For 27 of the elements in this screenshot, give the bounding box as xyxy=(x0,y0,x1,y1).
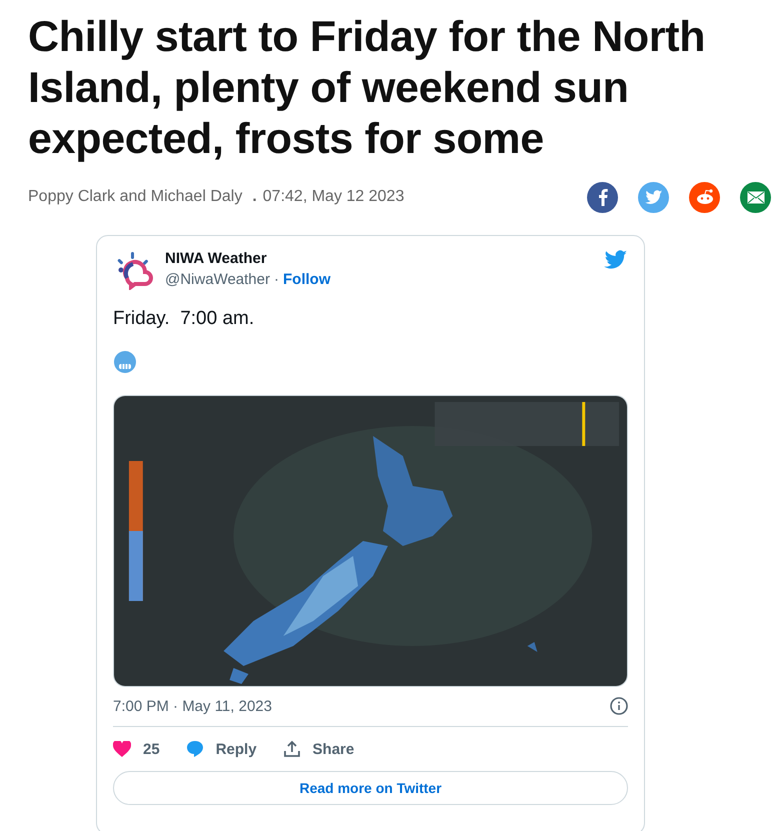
speech-bubble-icon xyxy=(186,740,204,758)
headline: Chilly start to Friday for the North Island, plenty of weekend sun expected, frosts for some xyxy=(28,12,706,165)
info-icon[interactable] xyxy=(610,697,628,715)
facebook-icon xyxy=(598,188,608,206)
author-names: Poppy Clark and Michael Daly xyxy=(28,188,242,206)
upload-icon xyxy=(282,740,301,758)
account-handle: @NiwaWeather xyxy=(165,271,270,288)
separator-dot: . xyxy=(252,188,257,206)
share-button[interactable] xyxy=(740,182,771,212)
read-more-link[interactable]: Read more on Twitter xyxy=(113,771,628,805)
like-button[interactable]: 25 xyxy=(113,740,160,758)
alien-icon xyxy=(694,189,714,205)
tweet-text: Friday. 7:00 am. xyxy=(113,308,256,330)
cold-emoji-icon xyxy=(113,350,137,374)
separator-dot: · xyxy=(274,271,279,288)
follow-link[interactable]: Follow xyxy=(283,271,330,288)
reply-button[interactable]: Reply xyxy=(186,740,257,758)
tweet-time: 7:00 PM · May 11, 2023 xyxy=(113,698,272,714)
bird-icon xyxy=(604,250,628,270)
publish-time: 07:42, May 12 2023 xyxy=(262,188,404,206)
bird-icon xyxy=(644,190,662,204)
account-name: NIWA Weather xyxy=(165,250,268,267)
share-button[interactable] xyxy=(587,182,618,212)
share-tweet-button[interactable]: Share xyxy=(282,740,354,758)
share-button[interactable] xyxy=(689,182,720,212)
envelope-icon xyxy=(746,190,764,204)
heart-icon xyxy=(113,741,131,757)
